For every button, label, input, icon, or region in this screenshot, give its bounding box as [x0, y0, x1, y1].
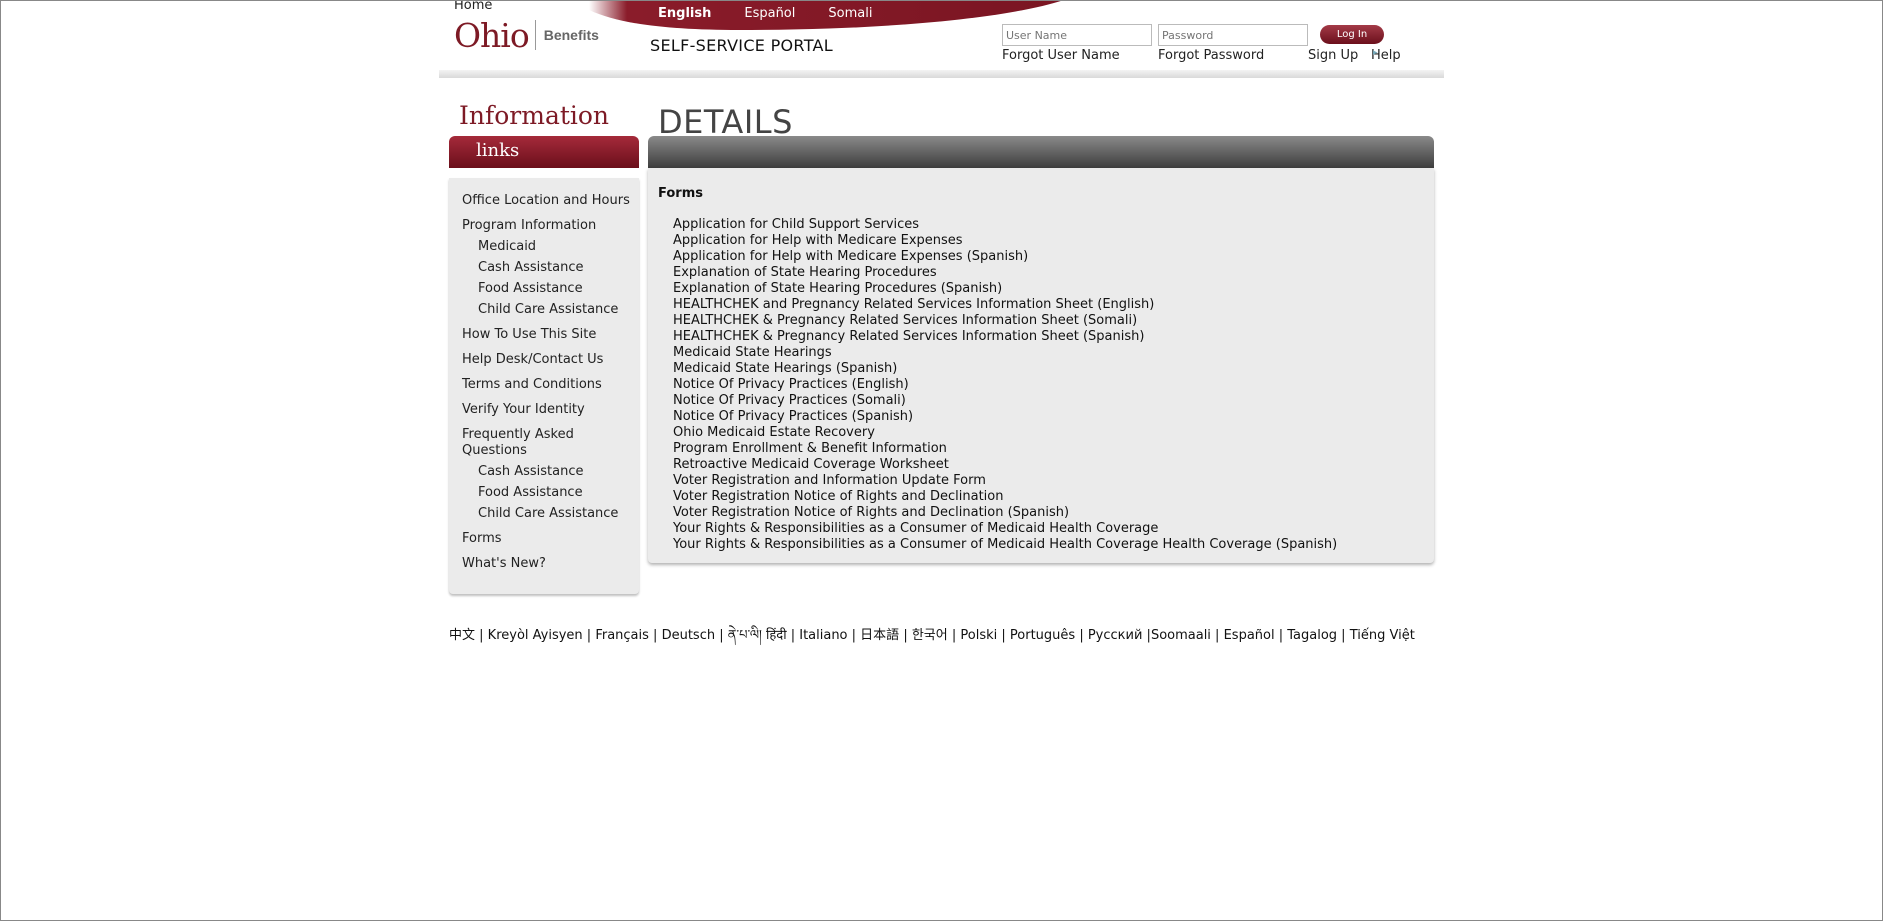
form-link[interactable]: HEALTHCHEK and Pregnancy Related Service…	[673, 297, 1434, 313]
form-link[interactable]: Voter Registration Notice of Rights and …	[673, 505, 1434, 521]
sidebar-item[interactable]: Food Assistance	[462, 281, 639, 297]
footer-language-link[interactable]: Tiếng Việt	[1350, 628, 1415, 643]
sidebar-item[interactable]: Program Information	[462, 218, 639, 234]
forgot-password-link[interactable]: Forgot Password	[1158, 48, 1264, 63]
portal-title: SELF-SERVICE PORTAL	[650, 36, 833, 55]
footer-separator: |	[475, 628, 488, 643]
sidebar-item[interactable]: What's New?	[462, 556, 639, 572]
form-link[interactable]: Explanation of State Hearing Procedures	[673, 265, 1434, 281]
footer-language-link[interactable]: Português	[1010, 628, 1075, 643]
form-link[interactable]: HEALTHCHEK & Pregnancy Related Services …	[673, 313, 1434, 329]
sidebar-item[interactable]: How To Use This Site	[462, 327, 639, 343]
password-input[interactable]	[1158, 24, 1308, 46]
footer-language-link[interactable]: Tagalog	[1287, 628, 1337, 643]
form-link[interactable]: Explanation of State Hearing Procedures …	[673, 281, 1434, 297]
language-espanol[interactable]: Español	[744, 6, 795, 21]
footer-language-link[interactable]: Kreyòl Ayisyen	[488, 628, 583, 643]
footer-language-link[interactable]: Español	[1224, 628, 1275, 643]
footer-separator: |	[582, 628, 596, 643]
footer-language-link[interactable]: Italiano	[799, 628, 847, 643]
form-link[interactable]: Retroactive Medicaid Coverage Worksheet	[673, 457, 1434, 473]
sidebar-item[interactable]: Frequently Asked Questions	[462, 427, 639, 459]
sidebar-item[interactable]: Forms	[462, 531, 639, 547]
home-link[interactable]: Home	[454, 0, 492, 13]
footer-language-link[interactable]: Deutsch	[662, 628, 716, 643]
sidebar-item[interactable]: Verify Your Identity	[462, 402, 639, 418]
language-english[interactable]: English	[658, 6, 711, 21]
logo-ohio-text: Ohio	[454, 15, 530, 55]
information-links-sidebar: Information links Office Location and Ho…	[449, 101, 639, 594]
footer-separator: |	[1142, 628, 1151, 643]
details-panel: Forms Application for Child Support Serv…	[648, 168, 1434, 563]
footer-separator: |	[847, 628, 861, 643]
sign-up-link[interactable]: Sign Up	[1308, 48, 1358, 63]
sidebar-item[interactable]: Child Care Assistance	[462, 506, 639, 522]
page-title: DETAILS	[658, 103, 793, 141]
footer-separator: |	[715, 628, 728, 643]
ohio-benefits-logo[interactable]: Ohio Benefits	[454, 15, 599, 55]
footer-language-link[interactable]: हिंदी	[766, 628, 787, 643]
form-link[interactable]: Notice Of Privacy Practices (English)	[673, 377, 1434, 393]
sidebar-item[interactable]: Cash Assistance	[462, 464, 639, 480]
form-link[interactable]: Application for Help with Medicare Expen…	[673, 249, 1434, 265]
logo-benefits-text: Benefits	[543, 27, 599, 43]
logo-divider	[534, 20, 536, 50]
forgot-username-link[interactable]: Forgot User Name	[1002, 48, 1120, 63]
footer-language-link[interactable]: ནེ་པ་ལི།	[728, 628, 762, 643]
login-button[interactable]: Log In	[1320, 25, 1384, 44]
sidebar-item[interactable]: Cash Assistance	[462, 260, 639, 276]
form-link[interactable]: Voter Registration Notice of Rights and …	[673, 489, 1434, 505]
details-section: DETAILS Forms Application for Child Supp…	[648, 103, 1434, 563]
form-link[interactable]: Voter Registration and Information Updat…	[673, 473, 1434, 489]
footer-language-link[interactable]: Polski	[960, 628, 997, 643]
footer-separator: |	[1075, 628, 1088, 643]
form-link[interactable]: Your Rights & Responsibilities as a Cons…	[673, 521, 1434, 537]
form-link[interactable]: Ohio Medicaid Estate Recovery	[673, 425, 1434, 441]
footer-separator: |	[648, 628, 662, 643]
form-link[interactable]: Notice Of Privacy Practices (Spanish)	[673, 409, 1434, 425]
footer-language-link[interactable]: Soomaali	[1151, 628, 1211, 643]
language-somali[interactable]: Somali	[828, 6, 872, 21]
sidebar-nav: Office Location and Hours Program Informa…	[449, 178, 639, 594]
form-link[interactable]: Your Rights & Responsibilities as a Cons…	[673, 537, 1434, 553]
language-selector: English Español Somali	[658, 6, 872, 21]
sidebar-item[interactable]: Food Assistance	[462, 485, 639, 501]
footer-language-link[interactable]: Français	[595, 628, 649, 643]
form-link[interactable]: Application for Child Support Services	[673, 217, 1434, 233]
footer-separator: |	[997, 628, 1010, 643]
sidebar-item[interactable]: Help Desk/Contact Us	[462, 352, 639, 368]
sidebar-tab-links: links	[449, 136, 639, 168]
sidebar-item[interactable]: Child Care Assistance	[462, 302, 639, 318]
footer-language-link[interactable]: Русский	[1088, 628, 1143, 643]
sidebar-item[interactable]: Terms and Conditions	[462, 377, 639, 393]
form-link[interactable]: Application for Help with Medicare Expen…	[673, 233, 1434, 249]
header-divider	[439, 70, 1444, 78]
help-arrow-icon: ▸	[1373, 48, 1378, 58]
footer-separator: |	[947, 628, 961, 643]
username-input[interactable]	[1002, 24, 1152, 46]
footer-language-links: 中文 | Kreyòl Ayisyen | Français | Deutsch…	[449, 620, 1415, 657]
form-link[interactable]: HEALTHCHEK & Pregnancy Related Services …	[673, 329, 1434, 345]
footer-separator: |	[899, 628, 912, 643]
forms-heading: Forms	[658, 186, 703, 201]
form-link[interactable]: Notice Of Privacy Practices (Somali)	[673, 393, 1434, 409]
footer-language-link[interactable]: 한국어	[912, 628, 948, 643]
footer-separator: |	[1274, 628, 1288, 643]
sidebar-title: Information	[459, 101, 610, 130]
forms-list: Application for Child Support Services Ap…	[658, 217, 1434, 553]
page-wrapper: Home Ohio Benefits English Español Somal…	[439, 0, 1444, 643]
footer-separator: |	[786, 628, 800, 643]
form-link[interactable]: Medicaid State Hearings	[673, 345, 1434, 361]
form-link[interactable]: Program Enrollment & Benefit Information	[673, 441, 1434, 457]
site-header: Home Ohio Benefits English Español Somal…	[439, 0, 1444, 78]
sidebar-item[interactable]: Medicaid	[462, 239, 639, 255]
footer-separator: |	[1210, 628, 1224, 643]
footer-language-link[interactable]: 日本語	[860, 628, 899, 643]
footer-separator: |	[1337, 628, 1350, 643]
footer-language-link[interactable]: 中文	[449, 628, 475, 643]
sidebar-item[interactable]: Office Location and Hours	[462, 193, 639, 209]
form-link[interactable]: Medicaid State Hearings (Spanish)	[673, 361, 1434, 377]
